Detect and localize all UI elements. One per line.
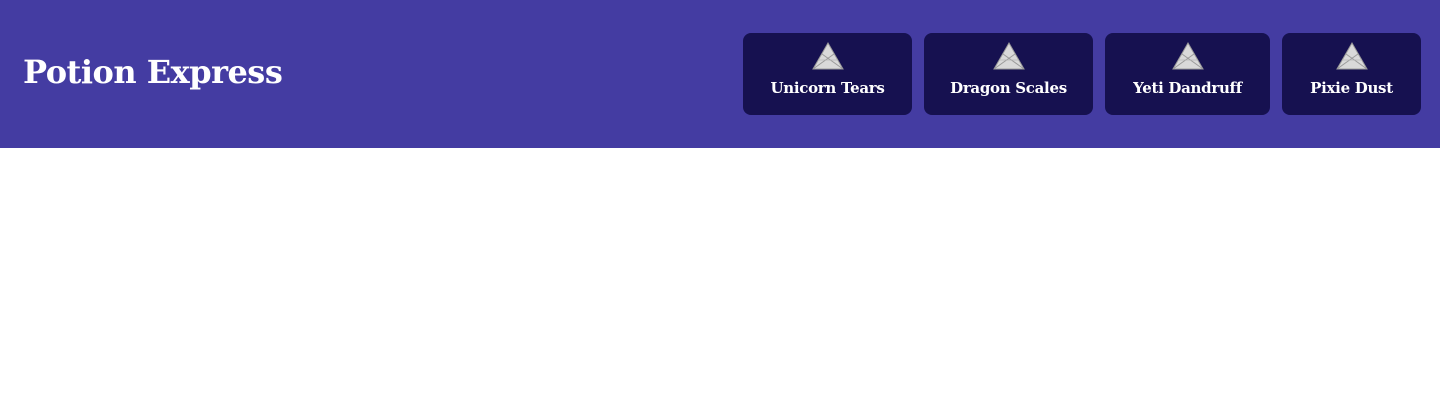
product-nav: Unicorn Tears Dragon Scales Yeti Dandruf… (743, 33, 1421, 115)
broken-image-icon (992, 42, 1025, 70)
nav-item-dragon-scales[interactable]: Dragon Scales (924, 33, 1093, 115)
broken-image-icon (1335, 42, 1368, 70)
nav-item-label: Dragon Scales (950, 79, 1067, 97)
nav-item-pixie-dust[interactable]: Pixie Dust (1282, 33, 1421, 115)
broken-image-icon (811, 42, 844, 70)
nav-item-yeti-dandruff[interactable]: Yeti Dandruff (1105, 33, 1270, 115)
main-content (0, 148, 1440, 400)
nav-item-label: Pixie Dust (1310, 79, 1393, 97)
broken-image-icon (1171, 42, 1204, 70)
nav-item-label: Unicorn Tears (770, 79, 885, 97)
brand-title: Potion Express (23, 53, 283, 91)
nav-item-unicorn-tears[interactable]: Unicorn Tears (743, 33, 912, 115)
site-header: Potion Express Unicorn Tears Dragon Scal… (0, 0, 1440, 148)
nav-item-label: Yeti Dandruff (1133, 79, 1242, 97)
